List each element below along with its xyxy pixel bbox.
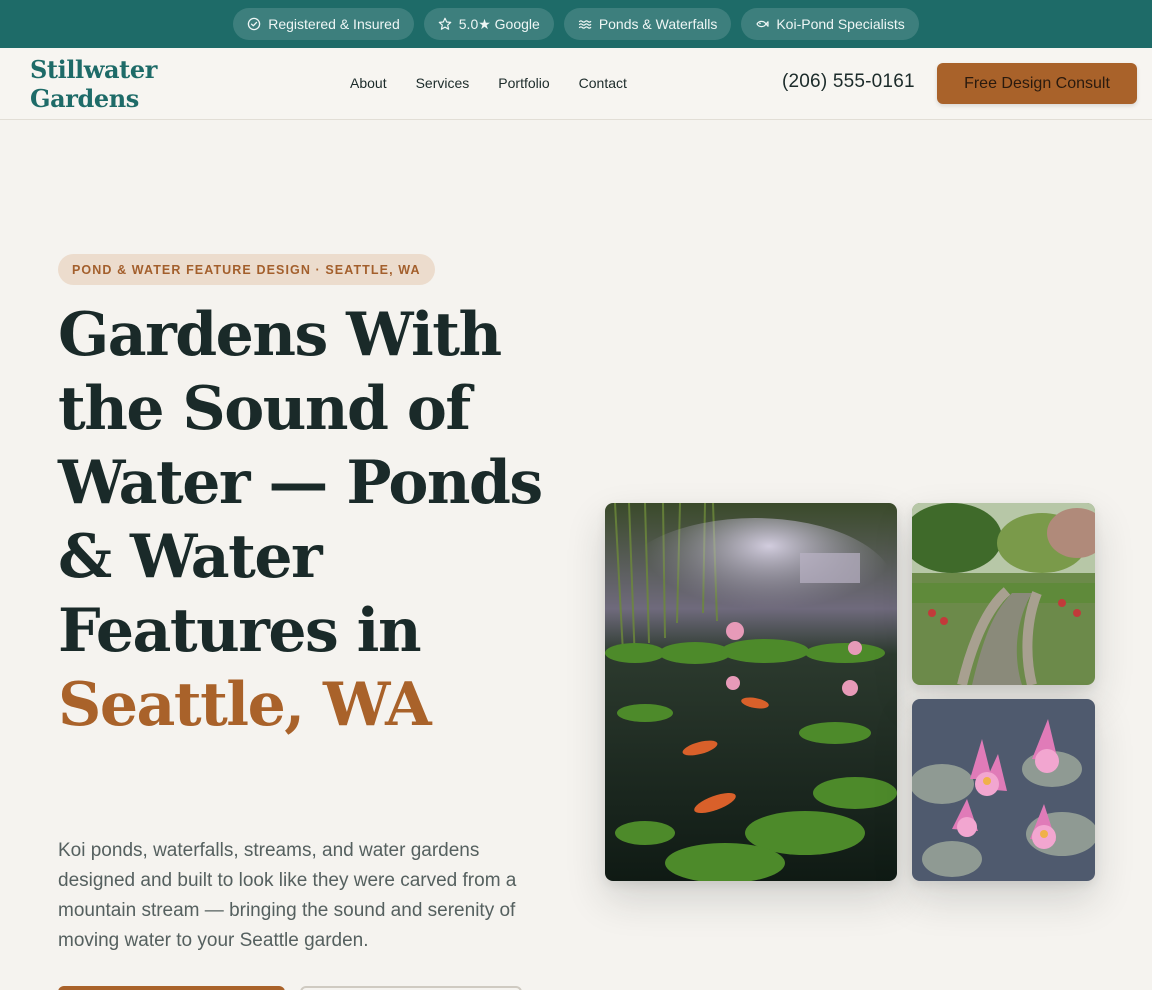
photo-garden-stream <box>912 503 1095 685</box>
photo-water-lilies <box>912 699 1095 881</box>
fish-icon <box>755 17 769 31</box>
badge-ponds: Ponds & Waterfalls <box>563 8 732 40</box>
waves-icon <box>578 17 592 31</box>
main-nav: About Services Portfolio Contact <box>350 48 627 118</box>
site-header: Stillwater Gardens About Services Portfo… <box>0 48 1152 120</box>
hero-eyebrow: POND & WATER FEATURE DESIGN · SEATTLE, W… <box>58 254 435 285</box>
check-circle-icon <box>247 17 261 31</box>
logo-line-2: Gardens <box>30 84 139 113</box>
hero-primary-button[interactable] <box>58 986 285 990</box>
badge-label: Koi-Pond Specialists <box>776 16 905 32</box>
nav-contact[interactable]: Contact <box>579 75 627 91</box>
nav-services[interactable]: Services <box>416 75 470 91</box>
badge-label: Registered & Insured <box>268 16 400 32</box>
nav-about[interactable]: About <box>350 75 387 91</box>
star-icon <box>438 17 452 31</box>
hero-secondary-button[interactable] <box>300 986 522 990</box>
badge-label: Ponds & Waterfalls <box>598 16 718 32</box>
logo-line-1: Stillwater <box>30 55 157 84</box>
hero-description: Koi ponds, waterfalls, streams, and wate… <box>58 840 517 951</box>
badge-registered: Registered & Insured <box>233 8 414 40</box>
badge-koi: Koi-Pond Specialists <box>741 8 919 40</box>
headline-accent: Seattle, WA <box>58 670 432 740</box>
phone-link[interactable]: (206) 555-0161 <box>782 71 915 93</box>
free-consult-button[interactable]: Free Design Consult <box>937 63 1137 104</box>
trust-bar: Registered & Insured 5.0★ Google Ponds &… <box>0 0 1152 48</box>
badge-label: 5.0★ Google <box>458 15 540 32</box>
headline-main: Gardens With the Sound of Water — Ponds … <box>58 300 543 666</box>
hero-headline: Gardens With the Sound of Water — Ponds … <box>58 298 558 742</box>
site-logo[interactable]: Stillwater Gardens <box>30 55 157 113</box>
photo-koi-pond <box>605 503 897 881</box>
nav-portfolio[interactable]: Portfolio <box>498 75 549 91</box>
badge-google: 5.0★ Google <box>423 8 554 40</box>
